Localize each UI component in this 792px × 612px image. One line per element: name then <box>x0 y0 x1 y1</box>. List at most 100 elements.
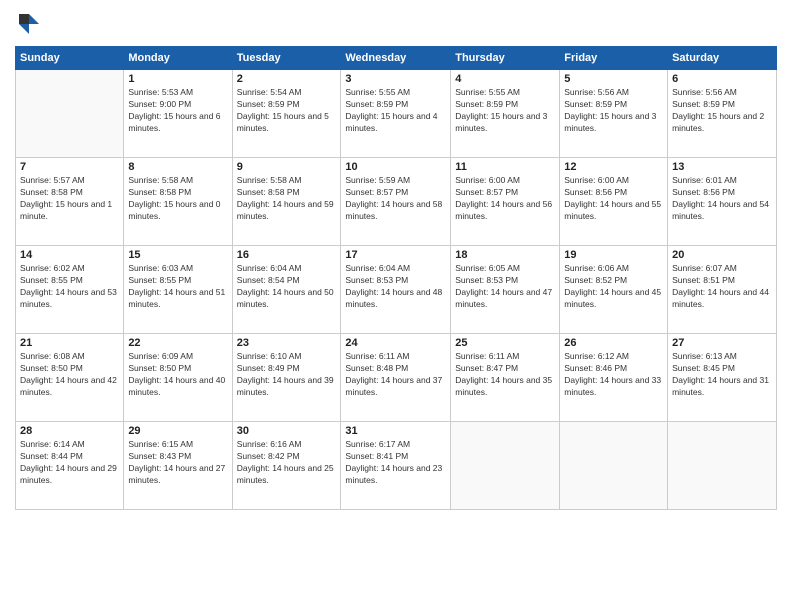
day-info: Sunrise: 5:57 AMSunset: 8:58 PMDaylight:… <box>20 175 119 223</box>
calendar-cell <box>560 422 668 510</box>
logo-icon <box>15 10 43 38</box>
calendar-cell: 31 Sunrise: 6:17 AMSunset: 8:41 PMDayligh… <box>341 422 451 510</box>
day-info: Sunrise: 6:06 AMSunset: 8:52 PMDaylight:… <box>564 263 663 311</box>
day-info: Sunrise: 6:16 AMSunset: 8:42 PMDaylight:… <box>237 439 337 487</box>
day-info: Sunrise: 6:04 AMSunset: 8:53 PMDaylight:… <box>345 263 446 311</box>
day-info: Sunrise: 5:54 AMSunset: 8:59 PMDaylight:… <box>237 87 337 135</box>
calendar-cell: 1 Sunrise: 5:53 AMSunset: 9:00 PMDaylight… <box>124 70 232 158</box>
calendar-page: SundayMondayTuesdayWednesdayThursdayFrid… <box>0 0 792 612</box>
day-info: Sunrise: 6:00 AMSunset: 8:57 PMDaylight:… <box>455 175 555 223</box>
calendar-cell: 26Sunrise: 6:12 AMSunset: 8:46 PMDayligh… <box>560 334 668 422</box>
weekday-header: Tuesday <box>232 47 341 70</box>
day-number: 9 <box>237 161 337 173</box>
calendar-cell: 24 Sunrise: 6:11 AMSunset: 8:48 PMDayligh… <box>341 334 451 422</box>
day-number: 10 <box>345 161 446 173</box>
calendar-cell: 30 Sunrise: 6:16 AMSunset: 8:42 PMDayligh… <box>232 422 341 510</box>
day-info: Sunrise: 5:59 AMSunset: 8:57 PMDaylight:… <box>345 175 446 223</box>
calendar-cell: 21 Sunrise: 6:08 AMSunset: 8:50 PMDayligh… <box>16 334 124 422</box>
day-info: Sunrise: 6:11 AMSunset: 8:48 PMDaylight:… <box>345 351 446 399</box>
calendar-cell: 20 Sunrise: 6:07 AMSunset: 8:51 PMDayligh… <box>668 246 777 334</box>
calendar-week-row: 7Sunrise: 5:57 AMSunset: 8:58 PMDaylight… <box>16 158 777 246</box>
day-info: Sunrise: 6:09 AMSunset: 8:50 PMDaylight:… <box>128 351 227 399</box>
calendar-week-row: 28 Sunrise: 6:14 AMSunset: 8:44 PMDayligh… <box>16 422 777 510</box>
calendar-cell: 5Sunrise: 5:56 AMSunset: 8:59 PMDaylight… <box>560 70 668 158</box>
weekday-header: Monday <box>124 47 232 70</box>
day-number: 26 <box>564 337 663 349</box>
header <box>15 10 777 38</box>
day-number: 14 <box>20 249 119 261</box>
calendar-cell: 11 Sunrise: 6:00 AMSunset: 8:57 PMDayligh… <box>451 158 560 246</box>
calendar-cell: 17 Sunrise: 6:04 AMSunset: 8:53 PMDayligh… <box>341 246 451 334</box>
day-number: 20 <box>672 249 772 261</box>
day-info: Sunrise: 6:03 AMSunset: 8:55 PMDaylight:… <box>128 263 227 311</box>
day-number: 25 <box>455 337 555 349</box>
day-info: Sunrise: 5:56 AMSunset: 8:59 PMDaylight:… <box>672 87 772 135</box>
day-number: 27 <box>672 337 772 349</box>
day-number: 17 <box>345 249 446 261</box>
day-number: 13 <box>672 161 772 173</box>
day-info: Sunrise: 6:10 AMSunset: 8:49 PMDaylight:… <box>237 351 337 399</box>
day-info: Sunrise: 6:08 AMSunset: 8:50 PMDaylight:… <box>20 351 119 399</box>
calendar-week-row: 1 Sunrise: 5:53 AMSunset: 9:00 PMDaylight… <box>16 70 777 158</box>
day-info: Sunrise: 6:04 AMSunset: 8:54 PMDaylight:… <box>237 263 337 311</box>
day-info: Sunrise: 5:56 AMSunset: 8:59 PMDaylight:… <box>564 87 663 135</box>
day-info: Sunrise: 5:58 AMSunset: 8:58 PMDaylight:… <box>237 175 337 223</box>
calendar-cell: 12Sunrise: 6:00 AMSunset: 8:56 PMDayligh… <box>560 158 668 246</box>
day-info: Sunrise: 5:55 AMSunset: 8:59 PMDaylight:… <box>455 87 555 135</box>
weekday-header: Wednesday <box>341 47 451 70</box>
calendar-cell: 23 Sunrise: 6:10 AMSunset: 8:49 PMDayligh… <box>232 334 341 422</box>
day-number: 21 <box>20 337 119 349</box>
day-number: 4 <box>455 73 555 85</box>
day-number: 15 <box>128 249 227 261</box>
calendar-cell: 15 Sunrise: 6:03 AMSunset: 8:55 PMDayligh… <box>124 246 232 334</box>
weekday-header: Saturday <box>668 47 777 70</box>
day-info: Sunrise: 6:13 AMSunset: 8:45 PMDaylight:… <box>672 351 772 399</box>
day-info: Sunrise: 6:07 AMSunset: 8:51 PMDaylight:… <box>672 263 772 311</box>
calendar-week-row: 21 Sunrise: 6:08 AMSunset: 8:50 PMDayligh… <box>16 334 777 422</box>
day-number: 2 <box>237 73 337 85</box>
day-number: 22 <box>128 337 227 349</box>
day-number: 11 <box>455 161 555 173</box>
day-number: 23 <box>237 337 337 349</box>
day-info: Sunrise: 6:15 AMSunset: 8:43 PMDaylight:… <box>128 439 227 487</box>
day-number: 3 <box>345 73 446 85</box>
calendar-cell: 25Sunrise: 6:11 AMSunset: 8:47 PMDayligh… <box>451 334 560 422</box>
day-number: 31 <box>345 425 446 437</box>
calendar-cell: 22 Sunrise: 6:09 AMSunset: 8:50 PMDayligh… <box>124 334 232 422</box>
day-number: 30 <box>237 425 337 437</box>
logo <box>15 10 47 38</box>
day-info: Sunrise: 6:05 AMSunset: 8:53 PMDaylight:… <box>455 263 555 311</box>
calendar-cell: 4 Sunrise: 5:55 AMSunset: 8:59 PMDaylight… <box>451 70 560 158</box>
calendar-cell: 18Sunrise: 6:05 AMSunset: 8:53 PMDayligh… <box>451 246 560 334</box>
weekday-header-row: SundayMondayTuesdayWednesdayThursdayFrid… <box>16 47 777 70</box>
day-number: 24 <box>345 337 446 349</box>
day-info: Sunrise: 6:14 AMSunset: 8:44 PMDaylight:… <box>20 439 119 487</box>
day-info: Sunrise: 5:55 AMSunset: 8:59 PMDaylight:… <box>345 87 446 135</box>
weekday-header: Friday <box>560 47 668 70</box>
calendar-cell: 10 Sunrise: 5:59 AMSunset: 8:57 PMDayligh… <box>341 158 451 246</box>
day-number: 29 <box>128 425 227 437</box>
calendar-cell: 27 Sunrise: 6:13 AMSunset: 8:45 PMDayligh… <box>668 334 777 422</box>
calendar-cell: 19 Sunrise: 6:06 AMSunset: 8:52 PMDayligh… <box>560 246 668 334</box>
day-info: Sunrise: 5:53 AMSunset: 9:00 PMDaylight:… <box>128 87 227 135</box>
calendar-cell: 2 Sunrise: 5:54 AMSunset: 8:59 PMDaylight… <box>232 70 341 158</box>
calendar-cell: 14 Sunrise: 6:02 AMSunset: 8:55 PMDayligh… <box>16 246 124 334</box>
calendar-cell: 9 Sunrise: 5:58 AMSunset: 8:58 PMDaylight… <box>232 158 341 246</box>
calendar-cell: 6Sunrise: 5:56 AMSunset: 8:59 PMDaylight… <box>668 70 777 158</box>
calendar-cell: 13 Sunrise: 6:01 AMSunset: 8:56 PMDayligh… <box>668 158 777 246</box>
calendar-table: SundayMondayTuesdayWednesdayThursdayFrid… <box>15 46 777 510</box>
calendar-cell: 16Sunrise: 6:04 AMSunset: 8:54 PMDayligh… <box>232 246 341 334</box>
day-number: 8 <box>128 161 227 173</box>
calendar-cell: 28 Sunrise: 6:14 AMSunset: 8:44 PMDayligh… <box>16 422 124 510</box>
weekday-header: Sunday <box>16 47 124 70</box>
calendar-cell <box>668 422 777 510</box>
day-number: 28 <box>20 425 119 437</box>
calendar-week-row: 14 Sunrise: 6:02 AMSunset: 8:55 PMDayligh… <box>16 246 777 334</box>
day-info: Sunrise: 6:17 AMSunset: 8:41 PMDaylight:… <box>345 439 446 487</box>
day-info: Sunrise: 6:02 AMSunset: 8:55 PMDaylight:… <box>20 263 119 311</box>
day-number: 1 <box>128 73 227 85</box>
day-number: 19 <box>564 249 663 261</box>
calendar-cell: 29 Sunrise: 6:15 AMSunset: 8:43 PMDayligh… <box>124 422 232 510</box>
day-info: Sunrise: 6:01 AMSunset: 8:56 PMDaylight:… <box>672 175 772 223</box>
calendar-cell: 7Sunrise: 5:57 AMSunset: 8:58 PMDaylight… <box>16 158 124 246</box>
